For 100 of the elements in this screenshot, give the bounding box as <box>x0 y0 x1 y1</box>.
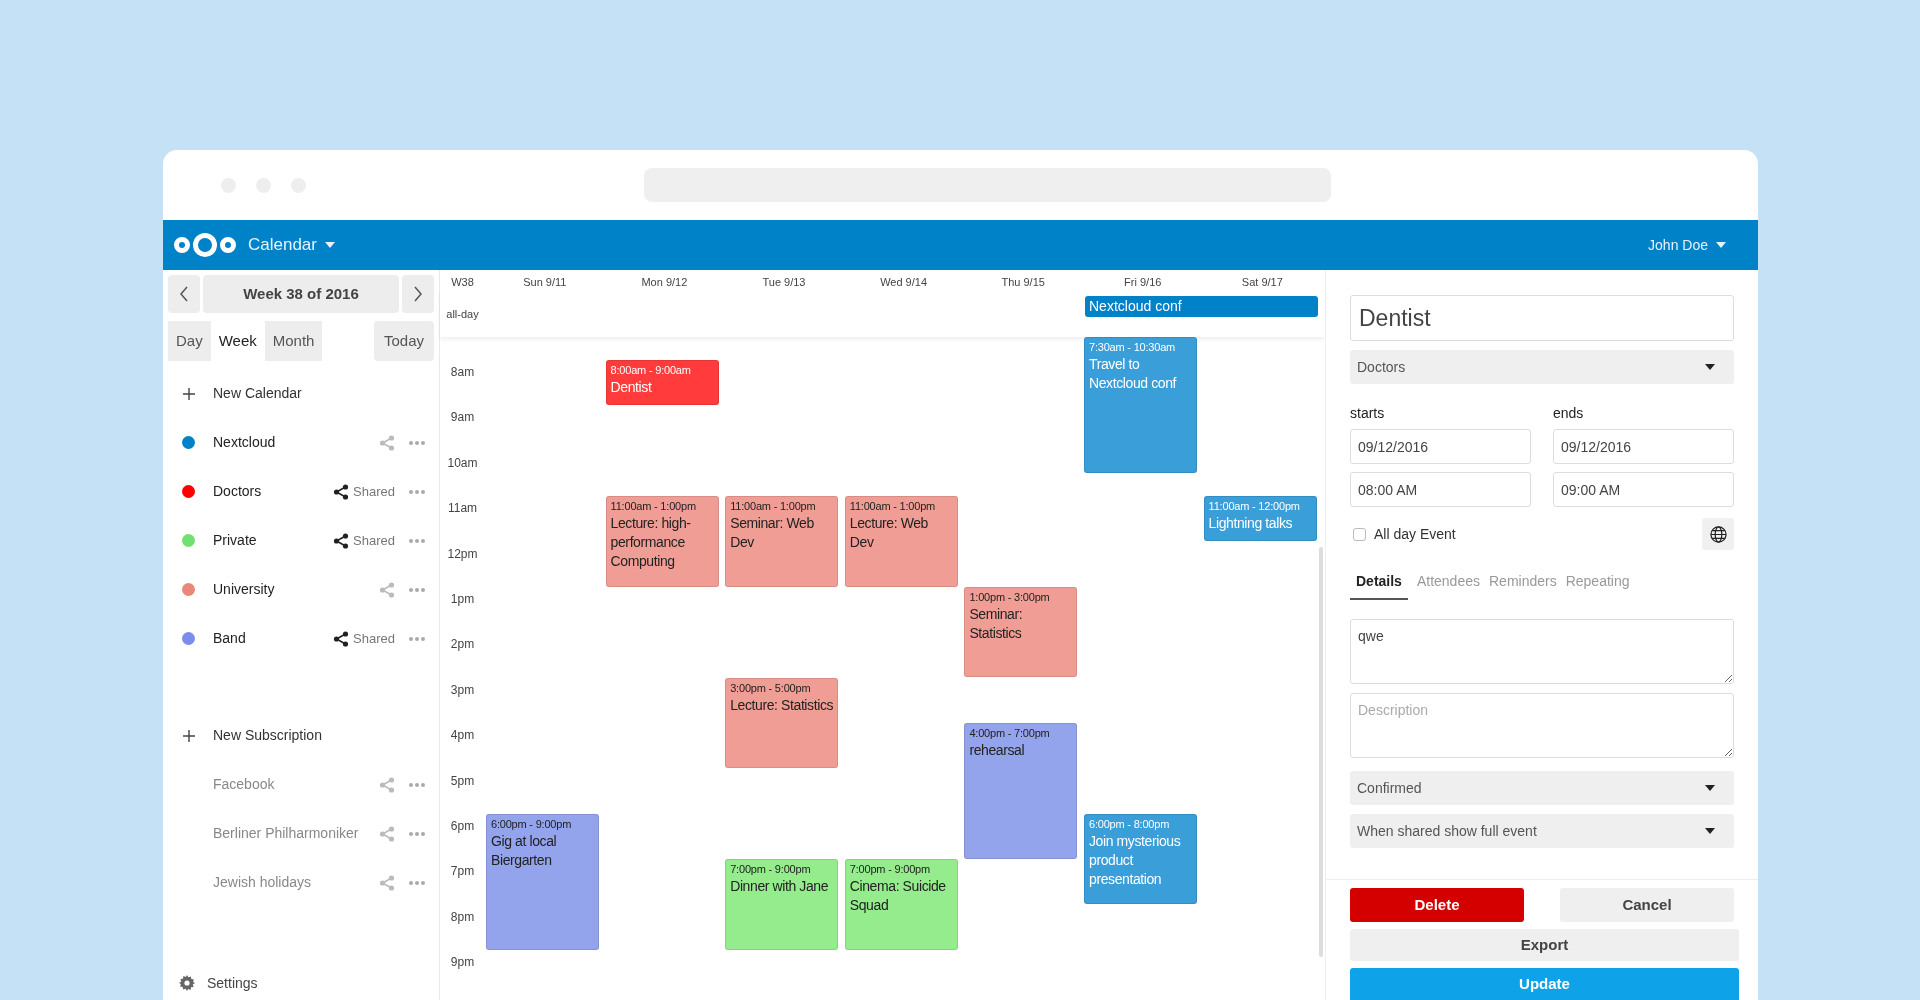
settings-link[interactable]: Settings <box>207 972 258 994</box>
day-header: Wed 9/14 <box>879 274 928 290</box>
cancel-button[interactable]: Cancel <box>1560 888 1734 922</box>
view-tab[interactable]: Day <box>168 321 211 361</box>
start-date-field[interactable]: 09/12/2016 <box>1350 429 1531 464</box>
subscription-name[interactable]: Berliner Philharmoniker <box>213 823 379 844</box>
hour-label: 3pm <box>450 681 475 699</box>
event-title: Travel to Nextcloud conf <box>1089 355 1178 393</box>
calendar-event[interactable]: 1:00pm - 3:00pm Seminar: Statistics <box>964 586 1078 678</box>
more-icon[interactable] <box>409 440 425 445</box>
event-title: Cinema: Suicide Squad <box>849 877 947 916</box>
hour-label: 9pm <box>450 954 475 972</box>
share-icon[interactable] <box>333 532 350 549</box>
event-title: rehearsal <box>969 740 1026 760</box>
new-calendar-link[interactable]: New Calendar <box>213 383 302 404</box>
event-title: Dentist <box>610 377 653 397</box>
day-header: Tue 9/13 <box>761 274 807 290</box>
more-icon[interactable] <box>409 782 425 787</box>
calendar-name[interactable]: Private <box>213 530 334 551</box>
end-date-field[interactable]: 09/12/2016 <box>1553 429 1734 464</box>
plus-icon <box>183 729 195 742</box>
editor-tab[interactable]: Details <box>1350 571 1408 600</box>
caret-icon <box>325 242 335 248</box>
hour-label: 1pm <box>450 590 475 608</box>
calendar-name[interactable]: Band <box>213 628 334 649</box>
event-title: Seminar: Statistics <box>969 604 1024 643</box>
subscription-name[interactable]: Jewish holidays <box>213 872 379 893</box>
event-title: Lecture: Statistics <box>730 695 834 715</box>
event-time: 11:00am - 1:00pm <box>610 498 697 514</box>
calendar-event[interactable]: 6:00pm - 9:00pm Gig at local Biergarten <box>486 813 599 950</box>
more-icon[interactable] <box>409 880 425 885</box>
hour-label: 5pm <box>450 772 475 790</box>
calendar-event[interactable]: 11:00am - 1:00pm Seminar: Web Dev <box>725 495 839 587</box>
all-day-checkbox[interactable] <box>1353 527 1366 541</box>
previous-week-button[interactable] <box>168 275 200 313</box>
calendar-event[interactable]: 8:00am - 9:00am Dentist <box>605 359 719 406</box>
event-title: Lecture: Web Dev <box>849 513 929 552</box>
shared-label: Shared <box>353 531 395 550</box>
all-day-label: All day Event <box>1374 524 1456 544</box>
start-time-field[interactable]: 08:00 AM <box>1350 472 1531 507</box>
hour-label: 11am <box>447 500 478 518</box>
chevron-right-icon <box>414 286 422 302</box>
calendar-event[interactable]: 7:00pm - 9:00pm Dinner with Jane <box>725 859 839 950</box>
logo-icon[interactable] <box>173 231 237 259</box>
hour-label: 4pm <box>450 727 475 745</box>
description-field[interactable]: Description <box>1350 693 1734 758</box>
calendar-event[interactable]: 4:00pm - 7:00pm rehearsal <box>964 722 1078 860</box>
more-icon[interactable] <box>409 489 425 494</box>
event-title: Seminar: Web Dev <box>730 513 815 552</box>
all-day-label: all-day <box>445 307 480 322</box>
app-menu[interactable]: Calendar <box>248 232 335 258</box>
calendar-event[interactable]: 7:00pm - 9:00pm Cinema: Suicide Squad <box>844 859 958 950</box>
settings-icon[interactable] <box>179 975 195 991</box>
more-icon[interactable] <box>409 587 425 592</box>
event-time: 4:00pm - 7:00pm <box>969 725 1051 741</box>
more-icon[interactable] <box>409 636 425 641</box>
location-field[interactable]: qwe <box>1350 619 1734 684</box>
calendar-name[interactable]: Nextcloud <box>213 432 379 453</box>
end-time-field[interactable]: 09:00 AM <box>1553 472 1734 507</box>
subscription-name[interactable]: Facebook <box>213 774 379 795</box>
export-button[interactable]: Export <box>1350 929 1739 961</box>
calendar-event[interactable]: 3:00pm - 5:00pm Lecture: Statistics <box>725 677 839 769</box>
event-title: Lecture: high-performance Computing <box>610 513 692 571</box>
event-title: Dinner with Jane <box>730 877 830 897</box>
globe-icon <box>1709 525 1727 543</box>
event-time: 11:00am - 1:00pm <box>849 498 937 514</box>
hour-label: 7pm <box>450 863 475 881</box>
day-header: Sun 9/11 <box>522 274 568 290</box>
event-time: 7:00pm - 9:00pm <box>849 862 931 878</box>
event-time: 11:00am - 12:00pm <box>1208 498 1301 514</box>
hour-label: 8pm <box>450 908 475 926</box>
event-title-field[interactable]: Dentist <box>1350 295 1734 341</box>
calendar-event[interactable]: 11:00am - 1:00pm Lecture: high-performance Computing <box>605 495 719 587</box>
user-menu[interactable]: John Doe <box>1648 234 1726 256</box>
timezone-button[interactable] <box>1702 518 1734 550</box>
view-tab[interactable]: Month <box>264 321 323 361</box>
more-icon[interactable] <box>409 538 425 543</box>
calendar-name[interactable]: University <box>213 579 379 600</box>
starts-label: starts <box>1350 405 1386 421</box>
next-week-button[interactable] <box>402 275 434 313</box>
share-icon[interactable] <box>333 483 350 500</box>
calendar-select[interactable]: Doctors <box>1350 350 1734 384</box>
status-select[interactable]: Confirmed <box>1350 771 1734 805</box>
week-title[interactable]: Week 38 of 2016 <box>203 275 399 313</box>
event-time: 1:00pm - 3:00pm <box>969 589 1051 605</box>
visibility-select[interactable]: When shared show full event <box>1350 814 1734 848</box>
share-icon[interactable] <box>333 630 350 647</box>
week-number: W38 <box>450 274 475 290</box>
event-time: 3:00pm - 5:00pm <box>730 680 812 696</box>
calendar-name[interactable]: Doctors <box>213 481 334 502</box>
delete-button[interactable]: Delete <box>1350 888 1524 922</box>
all-day-event[interactable]: Nextcloud conf <box>1085 296 1318 317</box>
new-subscription-link[interactable]: New Subscription <box>213 725 322 746</box>
ends-label: ends <box>1553 405 1585 421</box>
calendar-event[interactable]: 11:00am - 1:00pm Lecture: Web Dev <box>844 495 958 587</box>
event-time: 8:00am - 9:00am <box>610 362 692 378</box>
hour-label: 9am <box>450 409 475 427</box>
more-icon[interactable] <box>409 831 425 836</box>
today-button[interactable]: Today <box>373 321 434 361</box>
hour-label: 6pm <box>450 817 475 835</box>
